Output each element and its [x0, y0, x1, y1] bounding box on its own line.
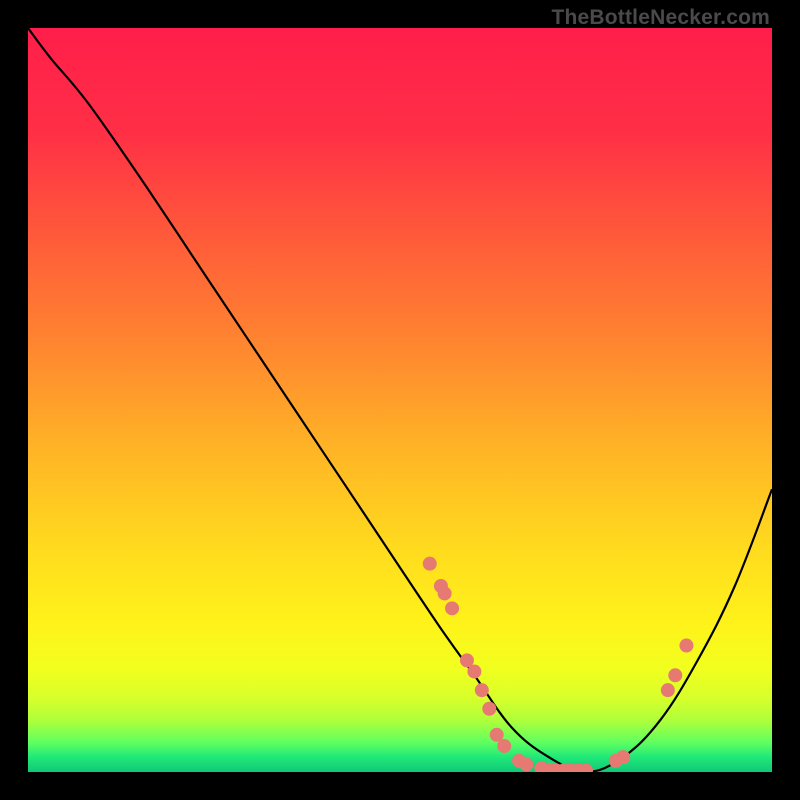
data-point: [668, 668, 682, 682]
data-point: [661, 683, 675, 697]
watermark-text: TheBottleNecker.com: [551, 6, 770, 30]
data-point: [467, 665, 481, 679]
data-point: [519, 758, 533, 772]
gradient-background: [28, 28, 772, 772]
data-point: [423, 557, 437, 571]
data-point: [475, 683, 489, 697]
bottleneck-chart: [28, 28, 772, 772]
data-point: [445, 601, 459, 615]
data-point: [482, 702, 496, 716]
data-point: [679, 639, 693, 653]
data-point: [497, 739, 511, 753]
chart-container: [28, 28, 772, 772]
data-point: [438, 586, 452, 600]
data-point: [616, 750, 630, 764]
